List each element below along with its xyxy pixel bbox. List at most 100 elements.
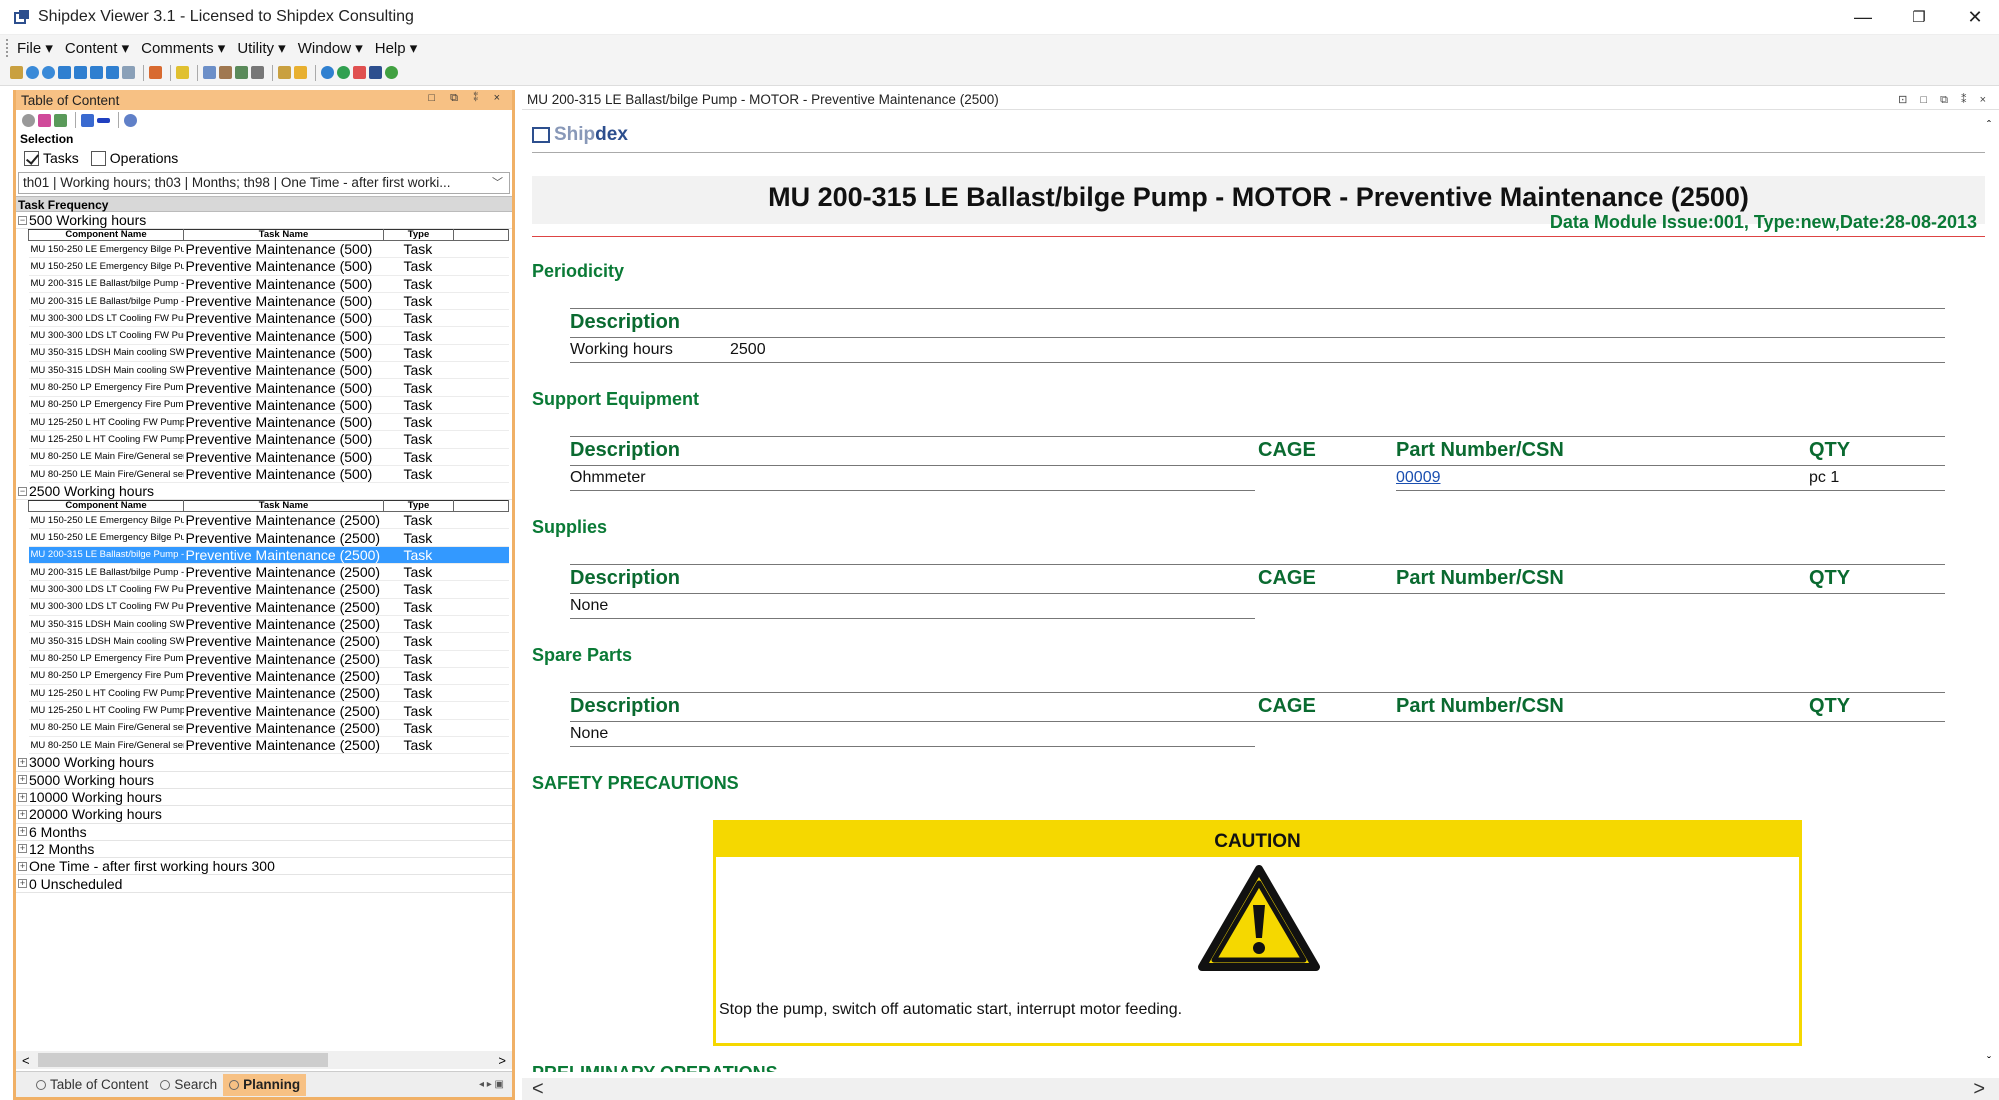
scroll-left-icon[interactable]: <: [532, 1078, 544, 1100]
table-row[interactable]: MU 200-315 LE Ballast/bilge Pump - P... P…: [28, 563, 509, 582]
link-icon[interactable]: 00009: [1396, 469, 1441, 486]
table-row[interactable]: MU 350-315 LDSH Main cooling SW Pu...Pre…: [28, 632, 509, 651]
expand-toggle-icon[interactable]: +: [18, 757, 27, 767]
expand-toggle-icon[interactable]: +: [18, 792, 27, 802]
frequency-group-collapsed[interactable]: +10000 Working hours: [16, 789, 512, 807]
column-header-task[interactable]: Task Name: [183, 500, 384, 513]
undo-icon[interactable]: [149, 66, 162, 79]
frequency-group-collapsed[interactable]: +0 Unscheduled: [16, 875, 512, 893]
se-part-link[interactable]: 00009: [1396, 469, 1441, 487]
table-row[interactable]: MU 80-250 LP Emergency Fire Pump - ...Pr…: [28, 396, 509, 414]
table-row[interactable]: MU 80-250 LP Emergency Fire Pump - ...Pr…: [28, 650, 509, 668]
zoom-out-icon[interactable]: [42, 66, 55, 79]
scroll-left-icon[interactable]: <: [22, 1053, 30, 1068]
frequency-group[interactable]: −2500 Working hours: [16, 483, 512, 501]
export-icon[interactable]: [278, 66, 291, 79]
tree-icon[interactable]: [81, 113, 94, 127]
collapse-icon[interactable]: [97, 117, 110, 123]
frequency-group[interactable]: −500 Working hours: [16, 212, 512, 229]
table-row[interactable]: MU 80-250 LE Main Fire/General servic...…: [28, 736, 509, 755]
scroll-down-icon[interactable]: ˇ: [1987, 1054, 1991, 1068]
arrow-left-icon[interactable]: [90, 66, 103, 79]
tab-table-of-content[interactable]: Table of Content: [30, 1074, 154, 1096]
table-row[interactable]: MU 300-300 LDS LT Cooling FW Pump...Prev…: [28, 326, 509, 345]
table-row[interactable]: MU 80-250 LP Emergency Fire Pump - ...Pr…: [28, 667, 509, 686]
menu-help[interactable]: Help ▾: [375, 39, 418, 57]
help-icon[interactable]: [124, 113, 137, 127]
menu-utility[interactable]: Utility ▾: [237, 39, 285, 57]
table-row[interactable]: MU 80-250 LE Main Fire/General servic...…: [28, 719, 509, 738]
frequency-group-collapsed[interactable]: + One Time - after first working hours 30…: [16, 858, 512, 876]
table-row[interactable]: MU 80-250 LE Main Fire/General servic...…: [28, 465, 509, 484]
table-row[interactable]: MU 150-250 LE Emergency Bilge Pum...Prev…: [28, 528, 509, 547]
menu-file[interactable]: File ▾: [17, 39, 53, 57]
frequency-group-collapsed[interactable]: +3000 Working hours: [16, 754, 512, 772]
arrow-right-icon[interactable]: [106, 66, 119, 79]
zoom-in-icon[interactable]: [26, 66, 39, 79]
expand-toggle-icon[interactable]: +: [18, 827, 27, 837]
table-row[interactable]: MU 125-250 L HT Cooling FW Pump - ...Pre…: [28, 684, 509, 703]
minimize-button[interactable]: —: [1840, 0, 1886, 34]
expand-toggle-icon[interactable]: +: [18, 861, 27, 871]
menu-window[interactable]: Window ▾: [298, 39, 363, 57]
table-row[interactable]: MU 300-300 LDS LT Cooling FW Pump...Prev…: [28, 598, 509, 616]
tab-planning[interactable]: Planning: [223, 1073, 307, 1096]
frequency-group-collapsed[interactable]: +6 Months: [16, 824, 512, 841]
comment-icon[interactable]: [294, 66, 307, 79]
print-icon[interactable]: [235, 66, 248, 79]
frequency-group-collapsed[interactable]: +12 Months: [16, 841, 512, 859]
menu-content[interactable]: Content ▾: [65, 39, 129, 57]
expand-icon[interactable]: [54, 113, 67, 127]
expand-toggle-icon[interactable]: +: [18, 775, 27, 785]
menu-comments[interactable]: Comments ▾: [141, 39, 225, 57]
table-row[interactable]: MU 200-315 LE Ballast/bilge Pump - M...P…: [28, 546, 509, 565]
table-row[interactable]: MU 200-315 LE Ballast/bilge Pump - M...P…: [28, 275, 509, 293]
table-row[interactable]: MU 200-315 LE Ballast/bilge Pump - P... P…: [28, 292, 509, 311]
list-icon[interactable]: [353, 66, 366, 79]
table-row[interactable]: MU 125-250 L HT Cooling FW Pump - ...Pre…: [28, 430, 509, 449]
scroll-right-icon[interactable]: >: [1973, 1078, 1985, 1100]
globe-icon[interactable]: [337, 66, 350, 79]
tasks-checkbox[interactable]: [24, 150, 39, 166]
table-row[interactable]: MU 80-250 LE Main Fire/General servic...…: [28, 448, 509, 466]
collapse-toggle-icon[interactable]: −: [18, 486, 27, 496]
go-icon[interactable]: [385, 66, 398, 79]
scroll-thumb[interactable]: [38, 1053, 328, 1067]
document-horizontal-scrollbar[interactable]: < >: [522, 1078, 1999, 1100]
info-icon[interactable]: [321, 66, 334, 79]
collapse-toggle-icon[interactable]: −: [18, 215, 27, 225]
column-header-type[interactable]: Type: [383, 500, 454, 513]
column-header-component[interactable]: Component Name: [28, 229, 184, 241]
table-row[interactable]: MU 300-300 LDS LT Cooling FW Pump...Prev…: [28, 580, 509, 599]
open-icon[interactable]: [10, 66, 23, 79]
vertical-scrollbar[interactable]: ˆ ˇ: [1987, 112, 1999, 1072]
column-header-type[interactable]: Type: [383, 229, 454, 241]
table-row[interactable]: MU 150-250 LE Emergency Bilge Pum...Prev…: [28, 257, 509, 276]
tools-icon[interactable]: [219, 66, 232, 79]
find-icon[interactable]: [22, 113, 35, 127]
close-button[interactable]: ✕: [1952, 0, 1998, 34]
table-row[interactable]: MU 350-315 LDSH Main cooling SW Pu...Pre…: [28, 344, 509, 363]
document-header-controls[interactable]: ⊡ □ ⧉ ⁑ ×: [1898, 90, 1991, 110]
stop-icon[interactable]: [251, 66, 264, 79]
refresh-icon[interactable]: [122, 66, 135, 79]
table-row[interactable]: MU 150-250 LE Emergency Bilge Pum...Prev…: [28, 240, 509, 259]
frequency-group-collapsed[interactable]: +20000 Working hours: [16, 806, 512, 824]
filter-icon[interactable]: [203, 66, 216, 79]
horizontal-scrollbar[interactable]: < >: [16, 1051, 512, 1069]
table-row[interactable]: MU 125-250 L HT Cooling FW Pump - ...Pre…: [28, 413, 509, 432]
chevron-down-icon[interactable]: ﹀: [492, 173, 503, 193]
expand-toggle-icon[interactable]: +: [18, 879, 27, 889]
expand-toggle-icon[interactable]: +: [18, 844, 27, 854]
table-row[interactable]: MU 350-315 LDSH Main cooling SW Pu...Pre…: [28, 361, 509, 380]
filter-combobox[interactable]: th01 | Working hours; th03 | Months; th9…: [18, 172, 510, 194]
tab-search[interactable]: Search: [154, 1074, 223, 1096]
operations-checkbox[interactable]: [90, 150, 106, 166]
table-row[interactable]: MU 150-250 LE Emergency Bilge Pum...Prev…: [28, 511, 509, 530]
table-row[interactable]: MU 80-250 LP Emergency Fire Pump - ...Pr…: [28, 378, 509, 397]
frequency-group-collapsed[interactable]: +5000 Working hours: [16, 772, 512, 789]
expand-toggle-icon[interactable]: +: [18, 809, 27, 819]
highlight-icon[interactable]: [38, 113, 51, 127]
table-row[interactable]: MU 300-300 LDS LT Cooling FW Pump...Prev…: [28, 309, 509, 328]
arrow-up-icon[interactable]: [58, 66, 71, 79]
